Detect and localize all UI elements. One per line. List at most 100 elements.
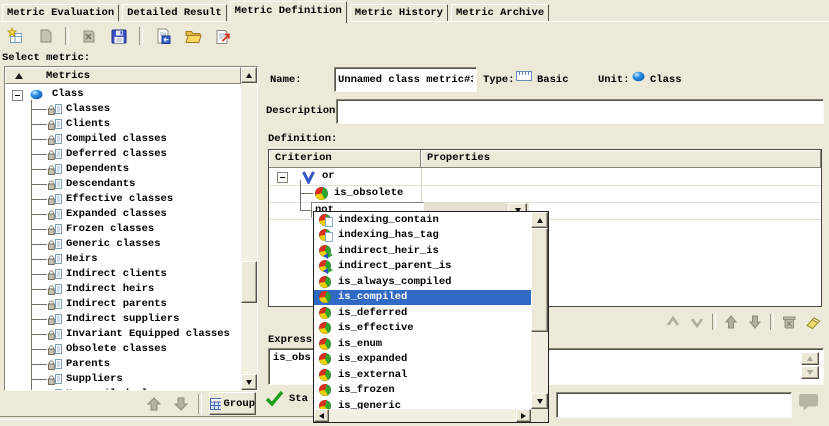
criterion-row-or[interactable]: or <box>322 169 335 184</box>
criterion-option[interactable]: indexing_has_tag <box>314 228 531 244</box>
tab[interactable]: Detailed Result <box>122 4 227 22</box>
metric-tree-item[interactable]: Parents <box>5 357 241 372</box>
tree-item-label: Heirs <box>66 253 98 265</box>
move-metric-down-button[interactable] <box>171 394 191 414</box>
tree-item-label: Generic classes <box>66 238 161 250</box>
locked-metric-icon <box>47 313 63 326</box>
tab[interactable]: Metric Definition <box>230 1 347 23</box>
move-criterion-up-button[interactable] <box>722 313 740 331</box>
tree-item-label: Expanded classes <box>66 208 167 220</box>
scroll-track[interactable] <box>329 409 516 422</box>
type-value: Basic <box>537 73 569 87</box>
metric-tree-item[interactable]: Indirect clients <box>5 267 241 282</box>
criterion-option[interactable]: is_compiled <box>314 290 531 306</box>
move-metric-up-button[interactable] <box>144 394 164 414</box>
comment-bubble-button[interactable] <box>797 392 821 412</box>
locked-metric-icon <box>47 133 63 146</box>
delete-criterion-button[interactable] <box>780 313 798 331</box>
open-file-button[interactable] <box>183 26 203 46</box>
criterion-option[interactable]: is_frozen <box>314 383 531 399</box>
tree-item-label: Dependents <box>66 163 129 175</box>
expression-scroll-down-button[interactable] <box>801 366 819 379</box>
criterion-option[interactable]: is_always_compiled <box>314 274 531 290</box>
properties-column-header[interactable]: Properties <box>421 150 821 168</box>
delete-metric-button[interactable] <box>79 26 99 46</box>
status-field[interactable] <box>556 392 792 418</box>
metric-tree-item[interactable]: Deferred classes <box>5 147 241 162</box>
tree-item-label: Obsolete classes <box>66 343 167 355</box>
tree-line <box>300 180 301 211</box>
description-input[interactable] <box>337 100 823 123</box>
import-definition-button[interactable] <box>153 26 173 46</box>
criterion-option[interactable]: is_generic <box>314 398 531 409</box>
export-metric-button[interactable] <box>213 26 233 46</box>
collapse-expander-icon[interactable] <box>277 172 288 183</box>
scroll-up-button[interactable] <box>531 212 548 228</box>
collapse-expander-icon[interactable] <box>12 90 23 101</box>
criterion-option[interactable]: indirect_parent_is <box>314 259 531 275</box>
scroll-down-button[interactable] <box>241 374 257 390</box>
tab[interactable]: Metric History <box>350 4 448 22</box>
scroll-thumb[interactable] <box>241 261 257 303</box>
scroll-right-button[interactable] <box>516 409 531 422</box>
criterion-option[interactable]: indirect_heir_is <box>314 243 531 259</box>
save-metric-button[interactable] <box>109 26 129 46</box>
metric-tree-item[interactable]: Descendants <box>5 177 241 192</box>
tab[interactable]: Metric Evaluation <box>2 4 119 22</box>
metric-tree-item[interactable]: Suppliers <box>5 372 241 387</box>
expression-value: is_obs <box>273 352 311 365</box>
metric-tree-item[interactable]: Heirs <box>5 252 241 267</box>
metric-tree-item[interactable]: Indirect parents <box>5 297 241 312</box>
expression-scroll-up-button[interactable] <box>801 352 819 365</box>
name-field[interactable] <box>334 67 477 92</box>
metric-tree-item[interactable]: Clients <box>5 117 241 132</box>
criterion-option-label: is_external <box>338 369 407 381</box>
locked-metric-icon <box>47 118 63 131</box>
criterion-option[interactable]: is_external <box>314 367 531 383</box>
tree-item-class-unit[interactable]: Class <box>5 87 241 102</box>
scroll-left-button[interactable] <box>314 409 329 422</box>
name-input[interactable] <box>335 68 476 91</box>
scroll-down-button[interactable] <box>531 393 548 409</box>
or-operator-button[interactable] <box>688 313 706 331</box>
criterion-column-header[interactable]: Criterion <box>269 150 421 168</box>
metric-tree-item[interactable]: Effective classes <box>5 192 241 207</box>
footer-separator <box>198 394 202 414</box>
metric-tree-item[interactable]: Invariant Equipped classes <box>5 327 241 342</box>
criterion-option[interactable]: indexing_contain <box>314 212 531 228</box>
criterion-option[interactable]: is_enum <box>314 336 531 352</box>
new-metric-button[interactable] <box>5 26 25 46</box>
metric-tree-item[interactable]: Compiled classes <box>5 132 241 147</box>
unit-label: Unit: <box>598 73 630 87</box>
metric-tree-item[interactable]: Expanded classes <box>5 207 241 222</box>
scroll-up-button[interactable] <box>241 67 257 83</box>
metric-tree-item[interactable]: Indirect heirs <box>5 282 241 297</box>
tree-scrollbar[interactable] <box>241 67 257 390</box>
criterion-option[interactable]: is_effective <box>314 321 531 337</box>
and-operator-button[interactable] <box>664 313 682 331</box>
metric-tree-item[interactable]: Classes <box>5 102 241 117</box>
metric-tree-item[interactable]: Dependents <box>5 162 241 177</box>
description-field[interactable] <box>336 99 824 124</box>
scroll-thumb[interactable] <box>531 228 548 332</box>
tab[interactable]: Metric Archive <box>451 4 549 22</box>
move-criterion-down-button[interactable] <box>746 313 764 331</box>
metric-tree-item[interactable]: Frozen classes <box>5 222 241 237</box>
metrics-column-header[interactable]: Metrics <box>5 67 241 84</box>
dropdown-vertical-scrollbar[interactable] <box>531 212 548 409</box>
locked-metric-icon <box>47 358 63 371</box>
group-button[interactable]: Group <box>209 392 256 415</box>
criterion-option[interactable]: is_deferred <box>314 305 531 321</box>
criterion-row-is-obsolete[interactable]: is_obsolete <box>334 186 403 201</box>
metric-tree-item[interactable]: Obsolete classes <box>5 342 241 357</box>
copy-metric-button[interactable] <box>35 26 55 46</box>
tab-label: Detailed Result <box>127 7 222 19</box>
chevron-up-icon <box>665 314 681 330</box>
metric-tree-item[interactable]: Uncompiled classes <box>5 387 241 390</box>
dropdown-horizontal-scrollbar[interactable] <box>314 409 531 422</box>
locked-metric-icon <box>47 208 63 221</box>
metric-tree-item[interactable]: Indirect suppliers <box>5 312 241 327</box>
erase-definition-button[interactable] <box>804 313 822 331</box>
metric-tree-item[interactable]: Generic classes <box>5 237 241 252</box>
criterion-option[interactable]: is_expanded <box>314 352 531 368</box>
